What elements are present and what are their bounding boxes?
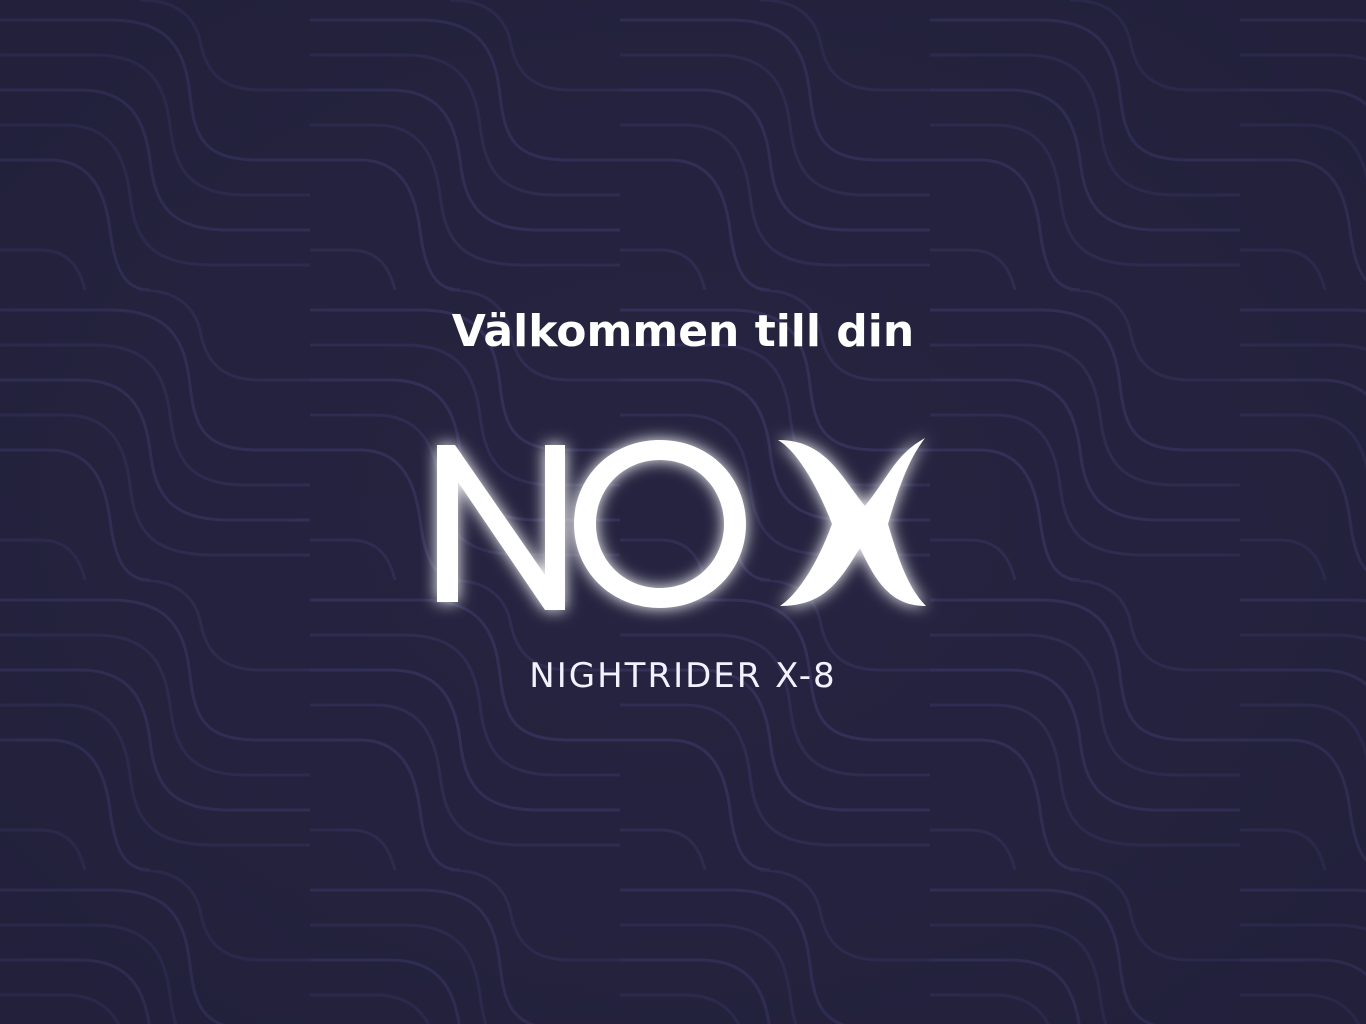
nox-logo	[437, 438, 926, 610]
model-name: NIGHTRIDER X-8	[529, 656, 837, 696]
welcome-text: Välkommen till din	[451, 306, 915, 357]
nox-logo-letters	[437, 438, 926, 610]
welcome-screen: Välkommen till din NIGHTRIDER X-8	[0, 0, 1366, 1024]
